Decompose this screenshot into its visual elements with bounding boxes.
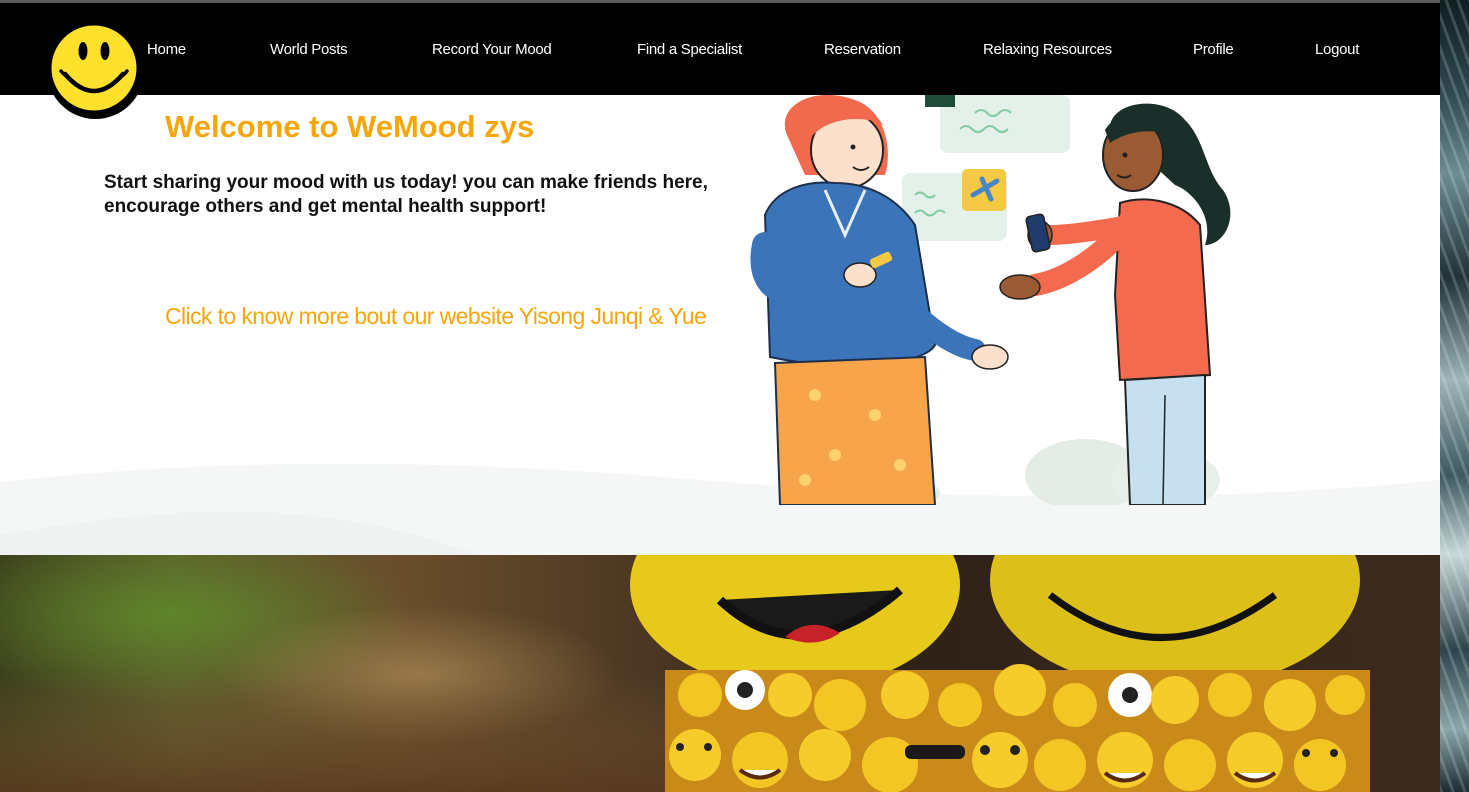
nav-home[interactable]: Home [147,41,186,58]
nav-profile[interactable]: Profile [1193,41,1234,58]
navigation-bar: Home World Posts Record Your Mood Find a… [0,3,1440,95]
smiley-face-icon[interactable] [47,22,144,119]
background-ocean-image [1440,0,1469,792]
welcome-heading: Welcome to WeMood zys [165,109,535,144]
nav-logout[interactable]: Logout [1315,41,1359,58]
emoji-toys-photo [0,555,1440,792]
nav-record-your-mood[interactable]: Record Your Mood [432,41,552,58]
nav-reservation[interactable]: Reservation [824,41,901,58]
welcome-description: Start sharing your mood with us today! y… [104,172,708,217]
nav-find-a-specialist[interactable]: Find a Specialist [637,41,742,58]
website-page: Home World Posts Record Your Mood Find a… [0,0,1440,792]
about-website-link[interactable]: Click to know more bout our website Yiso… [165,303,707,330]
two-women-chatting-illustration [750,95,1231,505]
nav-relaxing-resources[interactable]: Relaxing Resources [983,41,1112,58]
nav-world-posts[interactable]: World Posts [270,41,348,58]
hero-section: Welcome to WeMood zys Start sharing your… [0,95,1440,555]
